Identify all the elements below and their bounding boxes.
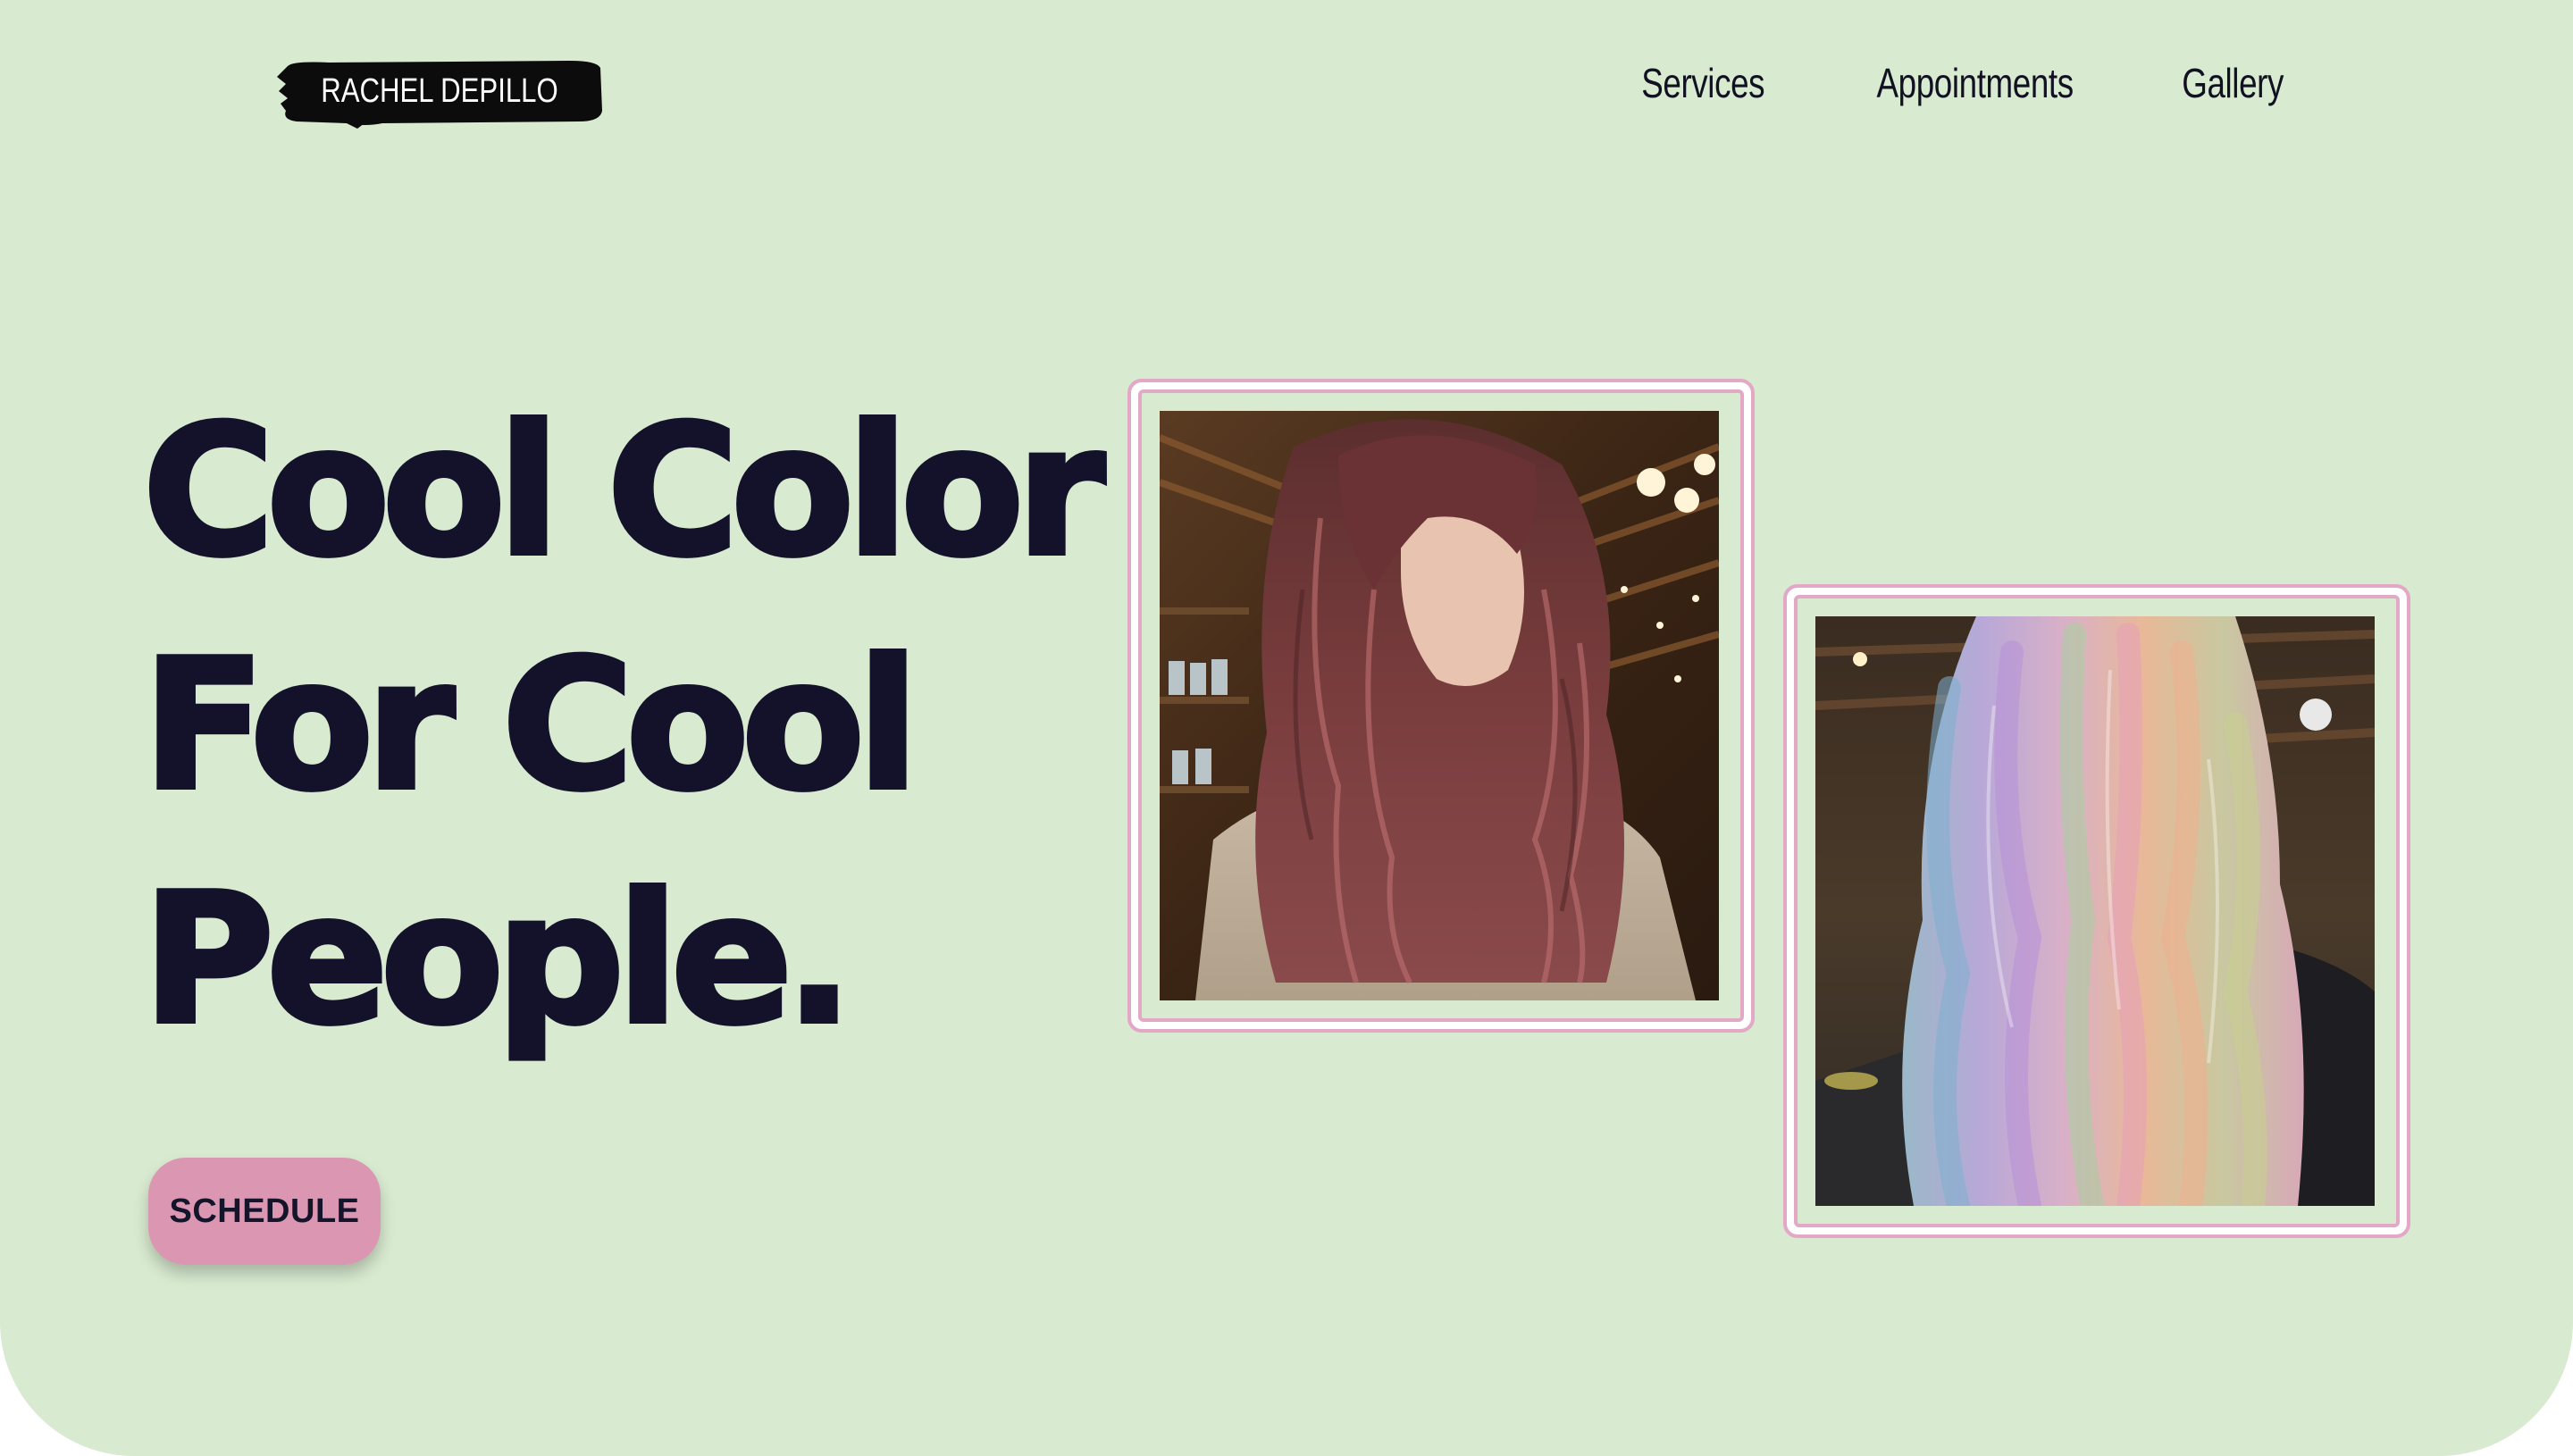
nav-link-services[interactable]: Services [1641,59,1764,107]
gallery-photo-frame-2 [1783,584,2410,1238]
headline-line-2: For Cool [140,619,921,833]
main-nav: Services Appointments Gallery [1626,59,2296,107]
hero-headline: Cool Color For Cool People. [140,375,1126,1077]
page: RACHEL DEPILLO Services Appointments Gal… [0,0,2573,1456]
nav-link-appointments[interactable]: Appointments [1876,59,2074,107]
hair-photo-auburn [1160,411,1722,1000]
hair-photo-pastel-rainbow [1815,616,2378,1206]
photo-mat [1794,595,2400,1227]
gallery-photo-frame-1 [1127,379,1755,1033]
brand-logo[interactable]: RACHEL DEPILLO [275,57,604,129]
schedule-button[interactable]: SCHEDULE [148,1158,381,1265]
photo-mat [1138,389,1744,1022]
brand-name: RACHEL DEPILLO [321,71,558,110]
nav-link-gallery[interactable]: Gallery [2182,59,2284,107]
headline-line-1: Cool Color [140,385,1108,598]
headline-line-3: People. [140,853,856,1067]
